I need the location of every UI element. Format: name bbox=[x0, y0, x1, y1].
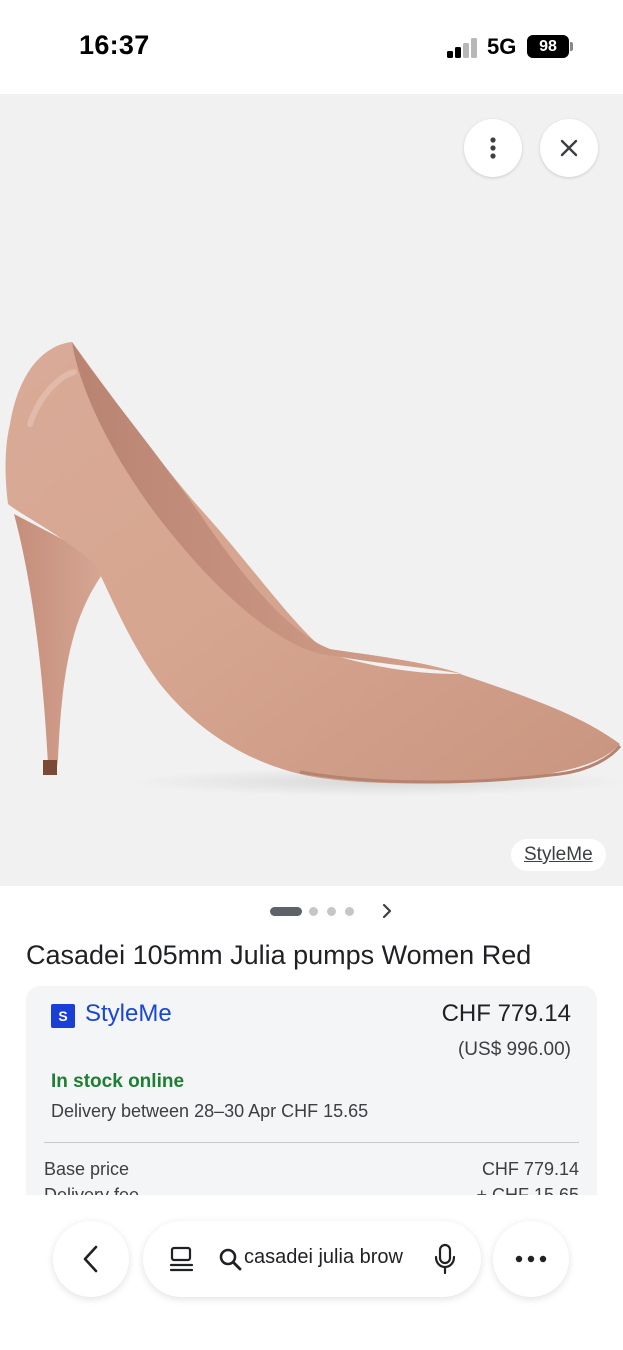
status-time: 16:37 bbox=[79, 30, 150, 60]
more-options-button[interactable] bbox=[464, 119, 522, 177]
battery-tip bbox=[570, 42, 573, 51]
battery-icon: 98 bbox=[527, 35, 569, 58]
back-button[interactable] bbox=[53, 1221, 129, 1297]
breakdown-value: CHF 779.14 bbox=[481, 1159, 579, 1179]
more-options-menu-button[interactable] bbox=[493, 1221, 569, 1297]
delivery-info: Delivery between 28–30 Apr CHF 15.65 bbox=[51, 1101, 369, 1121]
image-source-link[interactable]: StyleMe bbox=[511, 839, 606, 871]
pager-dot[interactable] bbox=[345, 907, 354, 916]
divider bbox=[44, 1142, 579, 1143]
search-query[interactable]: casadei julia brow bbox=[244, 1246, 412, 1269]
tabs-icon[interactable] bbox=[168, 1245, 196, 1273]
pager-dot[interactable] bbox=[327, 907, 336, 916]
chevron-right-icon[interactable] bbox=[377, 900, 397, 922]
breakdown-label: Base price bbox=[44, 1159, 130, 1179]
signal-icon bbox=[447, 38, 479, 58]
product-title: Casadei 105mm Julia pumps Women Red bbox=[26, 940, 532, 970]
search-icon bbox=[219, 1248, 242, 1271]
pager-dot-active[interactable] bbox=[270, 907, 302, 916]
close-icon bbox=[560, 139, 578, 157]
product-image-viewer[interactable]: StyleMe bbox=[0, 94, 623, 886]
status-bar: 16:37 5G 98 bbox=[0, 0, 623, 94]
price-usd: (US$ 996.00) bbox=[457, 1039, 571, 1060]
offer-card[interactable]: S StyleMe CHF 779.14 (US$ 996.00) In sto… bbox=[26, 986, 597, 1216]
network-type: 5G bbox=[487, 34, 517, 59]
chevron-left-icon bbox=[83, 1245, 98, 1273]
pager-dot[interactable] bbox=[309, 907, 318, 916]
search-bar[interactable]: casadei julia brow bbox=[143, 1221, 481, 1297]
mic-icon[interactable] bbox=[433, 1243, 457, 1275]
more-horiz-icon bbox=[515, 1255, 547, 1263]
price: CHF 779.14 bbox=[441, 1000, 571, 1027]
more-vert-icon bbox=[490, 137, 496, 159]
image-pager bbox=[0, 896, 623, 926]
product-image bbox=[5, 342, 623, 796]
close-button[interactable] bbox=[540, 119, 598, 177]
store-logo: S bbox=[51, 1004, 75, 1028]
store-name-link[interactable]: StyleMe bbox=[85, 1000, 172, 1028]
stock-status: In stock online bbox=[51, 1071, 185, 1092]
